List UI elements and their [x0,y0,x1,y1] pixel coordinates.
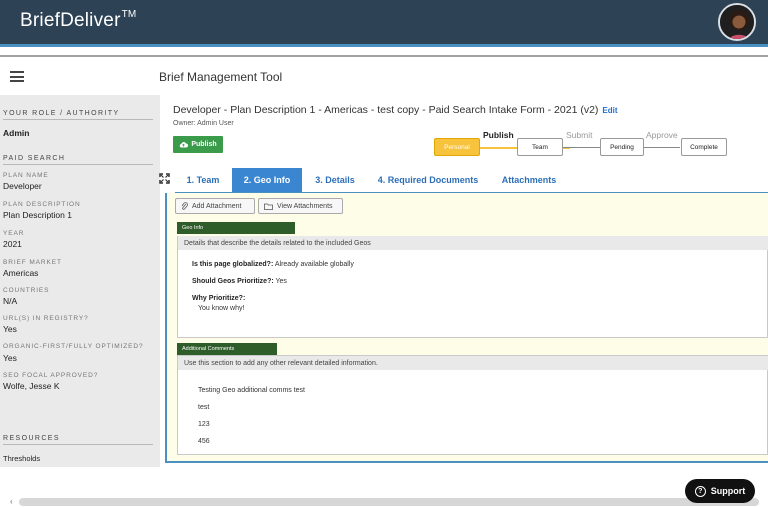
help-circle-icon: ? [694,485,706,497]
header-accent-line [0,44,768,47]
page-title: Developer - Plan Description 1 - America… [173,104,618,116]
sidebar-field-label: SEO Focal Approved? [3,372,99,379]
paperclip-icon [181,202,188,210]
publish-label: Publish [191,141,217,148]
tab-geo-info[interactable]: 2. Geo Info [232,168,302,192]
comment-line: 123 [198,421,210,428]
sidebar-section-heading: Paid Search [3,155,153,165]
sidebar-field-label: Plan Description [3,201,81,208]
question-label: Should Geos Prioritize?: [192,278,274,285]
publish-button[interactable]: Publish [173,136,223,153]
support-label: Support [710,486,746,496]
additional-comments-description: Use this section to add any other releva… [178,356,768,370]
question-label: Why Prioritize?: [192,295,246,302]
comment-line: Testing Geo additional comms test [198,387,305,394]
sidebar: Your Role / Authority Admin Paid Search … [0,95,160,467]
sidebar-field-label: URL(s) In Registry? [3,315,89,322]
folder-icon [264,203,273,210]
comment-line: test [198,404,210,411]
workflow-label-publish: Publish [483,130,514,140]
additional-comments-section [177,355,768,455]
sidebar-field-label: Organic-first/fully optimized? [3,343,144,350]
sidebar-field-label: Brief Market [3,259,62,266]
workflow-step-pending[interactable]: Pending [600,138,644,156]
app-header: BriefDeliverTM [0,0,768,44]
geo-info-description: Details that describe the details relate… [178,236,768,250]
add-attachment-button[interactable]: Add Attachment [175,198,255,214]
sidebar-field-label: Countries [3,287,50,294]
sidebar-field-value: Developer [3,181,42,191]
sidebar-field-value: N/A [3,296,18,306]
comment-line: 456 [198,438,210,445]
sidebar-role-heading: Your Role / Authority [3,110,153,120]
workflow-step-complete[interactable]: Complete [681,138,727,156]
sidebar-field-value: Americas [3,268,39,278]
user-avatar-icon [720,5,754,39]
geo-answer-why: You know why! [198,305,245,312]
horizontal-scrollbar[interactable] [19,498,759,506]
geo-question-prioritize: Should Geos Prioritize?: Yes [192,278,287,285]
hamburger-menu-icon[interactable] [10,71,24,82]
support-button[interactable]: ? Support [685,479,755,503]
avatar[interactable] [718,3,756,41]
workflow-connector [640,147,680,148]
answer-value: Already available globally [274,261,354,268]
geo-question-globalized: Is this page globalized?: Already availa… [192,261,354,268]
geo-info-tag: Geo Info [177,222,295,234]
brand-logo[interactable]: BriefDeliverTM [20,8,137,32]
add-attachment-label: Add Attachment [192,202,242,210]
tool-title: Brief Management Tool [159,70,283,84]
sidebar-resources-link[interactable]: Thresholds [3,454,40,463]
header-divider [0,55,768,57]
sidebar-field-value: Wolfe, Jesse K [3,381,60,391]
sidebar-field-value: 2021 [3,239,22,249]
question-label: Is this page globalized?: [192,261,274,268]
fullscreen-icon[interactable] [159,173,170,184]
workflow-label-submit: Submit [566,130,593,140]
answer-value: Yes [275,278,287,285]
edit-link[interactable]: Edit [602,106,617,115]
sidebar-field-label: Plan Name [3,172,49,179]
sidebar-field-value: Plan Description 1 [3,210,72,220]
tab-attachments[interactable]: Attachments [492,168,566,192]
sidebar-field-value: Yes [3,353,17,363]
workflow-step-personal[interactable]: Personal [434,138,480,156]
tab-details[interactable]: 3. Details [306,168,364,192]
owner-label: Owner: Admin User [173,120,234,127]
sidebar-field-value: Yes [3,324,17,334]
trademark: TM [121,8,137,20]
sidebar-resources-heading: Resources [3,435,153,445]
tab-team[interactable]: 1. Team [175,168,231,192]
workflow-step-team[interactable]: Team [517,138,563,156]
sidebar-role-value: Admin [3,128,30,138]
geo-question-why: Why Prioritize?: [192,295,245,302]
additional-comments-tag: Additional Comments [177,343,277,355]
document-title: Developer - Plan Description 1 - America… [173,104,599,116]
cloud-upload-icon [180,142,189,148]
geo-info-section [177,236,768,338]
scroll-left-arrow-icon[interactable]: ‹ [10,497,13,506]
view-attachments-button[interactable]: View Attachments [258,198,343,214]
view-attachments-label: View Attachments [277,202,333,210]
workflow-label-approve: Approve [646,130,678,140]
brand-name: BriefDeliver [20,10,121,31]
tab-required-documents[interactable]: 4. Required Documents [370,168,486,192]
sidebar-field-label: Year [3,230,25,237]
